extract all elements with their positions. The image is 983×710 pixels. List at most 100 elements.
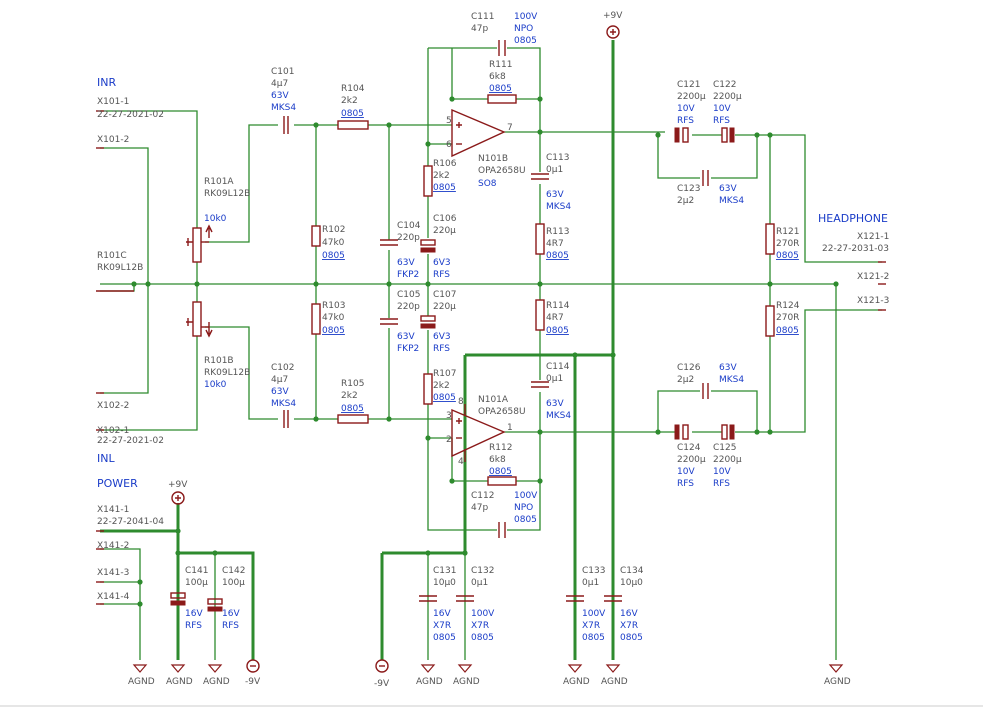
- label-n101b-pin5: 5: [446, 116, 452, 126]
- label-c101-v: 63V: [271, 91, 289, 101]
- label-c134-value: 10µ0: [620, 578, 643, 588]
- label-c141-value: 100µ: [185, 578, 208, 588]
- label-supply-p9-top: +9V: [603, 11, 623, 21]
- supply-m9: [246, 659, 389, 673]
- label-r101c-part: RK09L12B: [97, 263, 143, 273]
- label-c107: C107: [433, 290, 456, 300]
- label-x102-2: X102-2: [97, 401, 129, 411]
- label-r101c: R101C: [97, 251, 127, 261]
- label-r111: R111: [489, 60, 512, 70]
- label-c141-v: 16V: [185, 609, 203, 619]
- label-r114-value: 4R7: [546, 313, 564, 323]
- label-agnd-6: AGND: [563, 677, 590, 687]
- label-c122-t: RFS: [713, 116, 730, 126]
- label-n101a-pin1: 1: [507, 423, 513, 433]
- label-x141-3: X141-3: [97, 568, 129, 578]
- label-c112-t: NPO: [514, 503, 533, 513]
- label-c142-value: 100µ: [222, 578, 245, 588]
- label-x101-1-part: 22-27-2021-02: [97, 110, 164, 120]
- label-c111-v: 100V: [514, 12, 538, 22]
- pot-r101b[interactable]: [186, 301, 213, 338]
- label-c112: C112: [471, 491, 494, 501]
- label-c124: C124: [677, 443, 701, 453]
- label-c125: C125: [713, 443, 736, 453]
- label-x121-1: X121-1: [857, 232, 889, 242]
- label-c107-t: RFS: [433, 344, 450, 354]
- label-r121-value: 270R: [776, 239, 799, 249]
- label-x101-2: X101-2: [97, 135, 129, 145]
- label-x121-3: X121-3: [857, 296, 889, 306]
- label-c112-v: 100V: [514, 491, 538, 501]
- label-x121-2: X121-2: [857, 272, 889, 282]
- label-c105-v: 63V: [397, 332, 415, 342]
- resistor-vertical[interactable]: [311, 165, 775, 405]
- label-c131-value: 10µ0: [433, 578, 456, 588]
- label-x102-1-part: 22-27-2021-02: [97, 436, 164, 446]
- label-c102-t: MKS4: [271, 399, 296, 409]
- pot-r101a[interactable]: [186, 224, 213, 263]
- label-r101b: R101B: [204, 356, 234, 366]
- label-r111-pkg: 0805: [489, 84, 512, 94]
- label-n101a-pin4: 4: [458, 457, 464, 467]
- label-c123-v: 63V: [719, 184, 737, 194]
- label-r102-value: 47k0: [322, 238, 345, 248]
- label-r104-value: 2k2: [341, 96, 358, 106]
- label-agnd-3: AGND: [203, 677, 230, 687]
- label-n101a-pin2: 2: [446, 435, 452, 445]
- label-x141-1: X141-1: [97, 505, 129, 515]
- label-r121: R121: [776, 227, 799, 237]
- electrolytic-capacitor-vertical[interactable]: [170, 239, 436, 612]
- label-agnd-1: AGND: [128, 677, 155, 687]
- label-r106: R106: [433, 159, 457, 169]
- label-c132: C132: [471, 566, 494, 576]
- label-r113-pkg: 0805: [546, 251, 569, 261]
- label-x101-1: X101-1: [97, 97, 129, 107]
- ground-symbols: [132, 664, 844, 673]
- label-n101b-part: OPA2658U: [478, 166, 526, 176]
- label-c122: C122: [713, 80, 736, 90]
- label-c133-v: 100V: [582, 609, 606, 619]
- label-r107-pkg: 0805: [433, 393, 456, 403]
- label-r121-pkg: 0805: [776, 251, 799, 261]
- label-x141-1-part: 22-27-2041-04: [97, 517, 164, 527]
- label-c121-t: RFS: [677, 116, 694, 126]
- label-c112-value: 47p: [471, 503, 488, 513]
- label-r112-value: 6k8: [489, 455, 506, 465]
- label-n101a-part: OPA2658U: [478, 407, 526, 417]
- label-c101: C101: [271, 67, 294, 77]
- label-c125-t: RFS: [713, 479, 730, 489]
- label-c114-v: 63V: [546, 399, 564, 409]
- label-r104-pkg: 0805: [341, 109, 364, 119]
- label-r114-pkg: 0805: [546, 326, 569, 336]
- label-c142: C142: [222, 566, 245, 576]
- label-supply-m9-power: -9V: [245, 677, 261, 687]
- label-x102-1: X102-1: [97, 426, 129, 436]
- label-c142-t: RFS: [222, 621, 239, 631]
- label-c113-value: 0µ1: [546, 165, 563, 175]
- label-agnd-7: AGND: [601, 677, 628, 687]
- label-c125-v: 10V: [713, 467, 731, 477]
- label-r113: R113: [546, 227, 569, 237]
- label-r105: R105: [341, 379, 364, 389]
- label-c107-value: 220µ: [433, 302, 456, 312]
- label-c134-t: X7R: [620, 621, 638, 631]
- label-c132-value: 0µ1: [471, 578, 488, 588]
- opamp-n101b[interactable]: [451, 108, 506, 158]
- label-n101b-pin7: 7: [507, 123, 513, 133]
- label-agnd-8: AGND: [824, 677, 851, 687]
- label-c124-t: RFS: [677, 479, 694, 489]
- label-c106: C106: [433, 214, 457, 224]
- label-x141-2: X141-2: [97, 541, 129, 551]
- label-c121: C121: [677, 80, 700, 90]
- label-supply-p9-power: +9V: [168, 480, 188, 490]
- label-n101b-pkg: SO8: [478, 179, 497, 189]
- label-c111-pkg: 0805: [514, 36, 537, 46]
- label-c104-v: 63V: [397, 258, 415, 268]
- label-c104-value: 220p: [397, 233, 420, 243]
- label-c125-value: 2200µ: [713, 455, 742, 465]
- label-c114: C114: [546, 362, 570, 372]
- label-r102-pkg: 0805: [322, 251, 345, 261]
- schematic-canvas: INR INL HEADPHONE POWER X101-1 22-27-202…: [0, 11, 983, 707]
- label-c132-pkg: 0805: [471, 633, 494, 643]
- label-agnd-4: AGND: [416, 677, 443, 687]
